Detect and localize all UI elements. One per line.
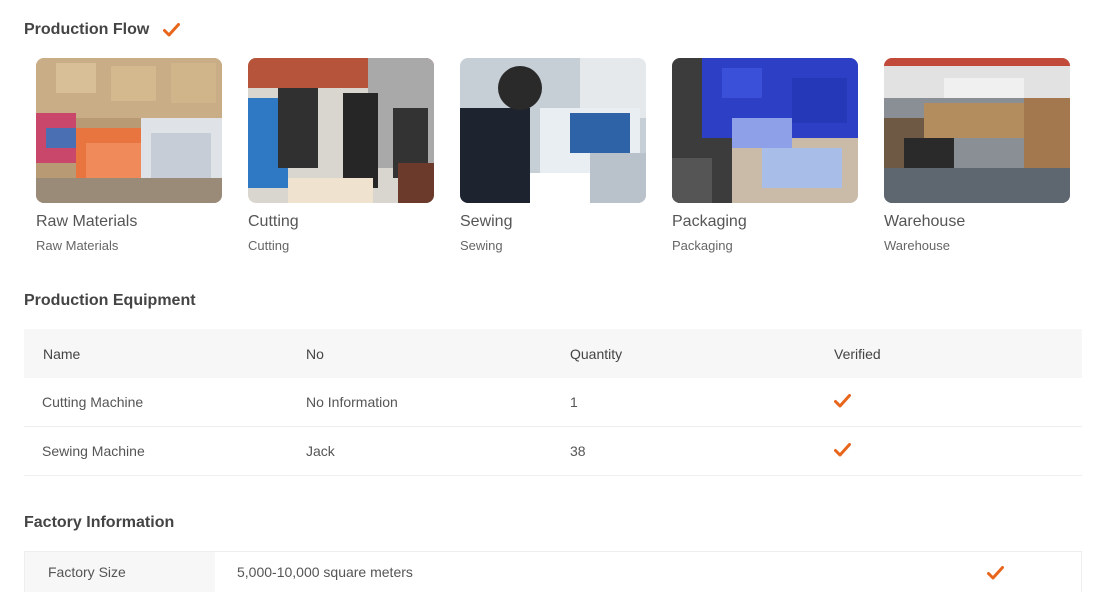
flow-name: Packaging: [672, 213, 747, 230]
flow-subtitle: Packaging: [672, 238, 733, 253]
factory-size-label: Factory Size: [25, 552, 215, 592]
equipment-name: Cutting Machine: [42, 394, 144, 410]
equipment-verified: [816, 442, 1082, 460]
column-header-no: No: [306, 345, 324, 362]
flow-card-warehouse[interactable]: Warehouse Warehouse: [884, 58, 1070, 254]
cutting-photo[interactable]: [248, 58, 434, 203]
flow-name: Warehouse: [884, 213, 966, 230]
raw-materials-photo[interactable]: [36, 58, 222, 203]
packaging-photo[interactable]: [672, 58, 858, 203]
flow-card-raw-materials[interactable]: Raw Materials Raw Materials: [36, 58, 222, 254]
flow-card-packaging[interactable]: Packaging Packaging: [672, 58, 858, 254]
production-flow-title: Production Flow: [24, 21, 150, 38]
verified-check-icon: [987, 566, 1004, 580]
flow-subtitle: Sewing: [460, 238, 503, 253]
factory-size-row: Factory Size 5,000-10,000 square meters: [24, 551, 1082, 592]
sewing-photo[interactable]: [460, 58, 646, 203]
table-row: Sewing Machine Jack 38: [24, 427, 1082, 476]
flow-subtitle: Warehouse: [884, 238, 950, 253]
equipment-name: Sewing Machine: [42, 443, 145, 459]
equipment-quantity: 1: [570, 394, 578, 410]
flow-name: Cutting: [248, 213, 299, 230]
table-header-row: Name No Quantity Verified: [24, 329, 1082, 378]
equipment-table: Name No Quantity Verified Cutting Machin…: [24, 329, 1082, 476]
production-flow-list: Raw Materials Raw Materials Cutting Cutt: [36, 58, 1070, 254]
equipment-no: No Information: [306, 394, 398, 410]
flow-subtitle: Cutting: [248, 238, 290, 253]
column-header-verified: Verified: [834, 345, 881, 362]
production-equipment-title: Production Equipment: [24, 292, 196, 309]
column-header-quantity: Quantity: [570, 345, 623, 362]
verified-check-icon: [834, 393, 851, 408]
flow-card-sewing[interactable]: Sewing Sewing: [460, 58, 646, 254]
verified-check-icon: [163, 23, 181, 37]
column-header-name: Name: [43, 345, 81, 362]
page: Production Flow Raw Materials Raw Materi…: [0, 0, 1104, 592]
flow-name: Raw Materials: [36, 213, 138, 230]
factory-size-value: 5,000-10,000 square meters: [237, 564, 413, 580]
warehouse-photo[interactable]: [884, 58, 1070, 203]
verified-check-icon: [834, 442, 851, 457]
factory-information-title: Factory Information: [24, 514, 175, 531]
production-flow-heading: Production Flow: [24, 21, 181, 39]
flow-name: Sewing: [460, 213, 513, 230]
table-row: Cutting Machine No Information 1: [24, 378, 1082, 427]
equipment-verified: [816, 393, 1082, 411]
flow-subtitle: Raw Materials: [36, 238, 119, 253]
equipment-no: Jack: [306, 443, 335, 459]
equipment-quantity: 38: [570, 443, 586, 459]
flow-card-cutting[interactable]: Cutting Cutting: [248, 58, 434, 254]
